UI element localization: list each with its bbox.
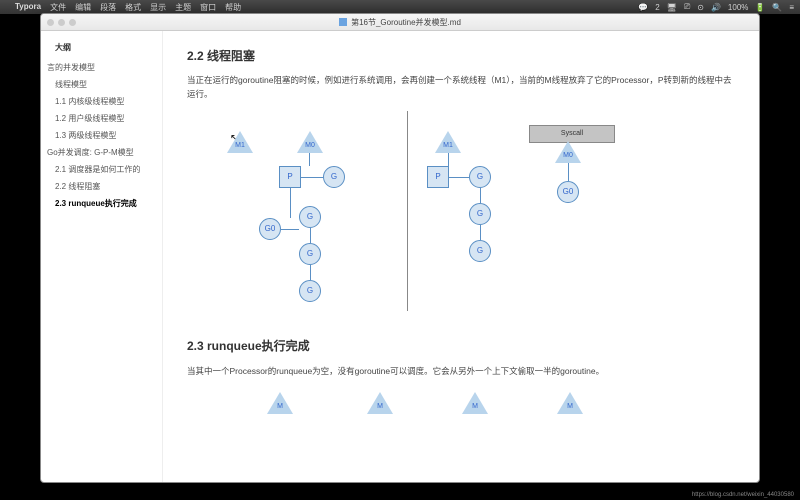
menu-theme[interactable]: 主题 bbox=[175, 2, 191, 13]
square-p: P bbox=[427, 166, 449, 188]
menu-paragraph[interactable]: 段落 bbox=[100, 2, 116, 13]
circle-g: G bbox=[469, 203, 491, 225]
display-icon[interactable]: 🖥 bbox=[667, 3, 677, 12]
traffic-lights[interactable] bbox=[47, 19, 76, 26]
outline-item-active[interactable]: 2.3 runqueue执行完成 bbox=[41, 195, 162, 212]
document-window: 第16节_Goroutine并发模型.md 大纲 言的并发模型 线程模型 1.1… bbox=[40, 13, 760, 483]
battery-icon[interactable]: 🔋 bbox=[755, 3, 765, 12]
titlebar[interactable]: 第16节_Goroutine并发模型.md bbox=[41, 14, 759, 31]
diagram-runqueue bbox=[187, 388, 735, 428]
volume-icon[interactable]: 🔊 bbox=[711, 3, 721, 12]
menu-help[interactable]: 帮助 bbox=[225, 2, 241, 13]
circle-g0: G0 bbox=[259, 218, 281, 240]
paragraph-22: 当正在运行的goroutine阻塞的时候，例如进行系统调用，会再创建一个系统线程… bbox=[187, 74, 735, 101]
minimize-icon[interactable] bbox=[58, 19, 65, 26]
connector bbox=[281, 229, 299, 230]
wifi-icon[interactable]: ⊙ bbox=[697, 3, 704, 12]
outline-item[interactable]: 1.2 用户级线程模型 bbox=[41, 110, 162, 127]
outline-sidebar: 大纲 言的并发模型 线程模型 1.1 内核级线程模型 1.2 用户级线程模型 1… bbox=[41, 31, 163, 482]
circle-g: G bbox=[299, 243, 321, 265]
outline-item[interactable]: 线程模型 bbox=[41, 76, 162, 93]
sidebar-title: 大纲 bbox=[41, 39, 162, 59]
document-icon bbox=[339, 18, 347, 26]
menu-format[interactable]: 格式 bbox=[125, 2, 141, 13]
wechat-icon[interactable]: 💬 bbox=[638, 3, 648, 12]
triangle-m1 bbox=[435, 131, 461, 153]
circle-g: G bbox=[469, 240, 491, 262]
diagram-thread-block: ↖ P G G0 G G G P bbox=[187, 111, 735, 321]
connector bbox=[309, 153, 310, 166]
search-icon[interactable]: 🔍 bbox=[772, 3, 782, 12]
connector bbox=[568, 163, 569, 181]
outline-item[interactable]: 言的并发模型 bbox=[41, 59, 162, 76]
connector bbox=[480, 225, 481, 240]
diagram-divider bbox=[407, 111, 408, 311]
syscall-box: Syscall bbox=[529, 125, 615, 142]
circle-g: G bbox=[323, 166, 345, 188]
triangle-m1 bbox=[227, 131, 253, 153]
heading-23: 2.3 runqueue执行完成 bbox=[187, 337, 735, 356]
connector bbox=[310, 228, 311, 243]
connector bbox=[480, 188, 481, 203]
circle-g: G bbox=[299, 280, 321, 302]
heading-22: 2.2 线程阻塞 bbox=[187, 47, 735, 66]
battery-percent: 100% bbox=[728, 3, 748, 12]
triangle-m bbox=[267, 392, 293, 414]
triangle-m bbox=[557, 392, 583, 414]
zoom-icon[interactable] bbox=[69, 19, 76, 26]
triangle-m bbox=[367, 392, 393, 414]
outline-item[interactable]: Go并发调度: G-P-M模型 bbox=[41, 144, 162, 161]
circle-g: G bbox=[299, 206, 321, 228]
connector bbox=[448, 153, 449, 166]
connector bbox=[449, 177, 469, 178]
connector bbox=[290, 188, 291, 218]
outline-item[interactable]: 2.2 线程阻塞 bbox=[41, 178, 162, 195]
outline-item[interactable]: 2.1 调度器是如何工作的 bbox=[41, 161, 162, 178]
menu-extra-icon[interactable]: ≡ bbox=[789, 3, 794, 12]
paragraph-23: 当其中一个Processor的runqueue为空，没有goroutine可以调… bbox=[187, 365, 735, 379]
menu-window[interactable]: 窗口 bbox=[200, 2, 216, 13]
triangle-m bbox=[462, 392, 488, 414]
circle-g: G bbox=[469, 166, 491, 188]
outline-item[interactable]: 1.3 两级线程模型 bbox=[41, 127, 162, 144]
square-p: P bbox=[279, 166, 301, 188]
triangle-m0 bbox=[555, 141, 581, 163]
close-icon[interactable] bbox=[47, 19, 54, 26]
triangle-m0 bbox=[297, 131, 323, 153]
app-name[interactable]: Typora bbox=[15, 2, 41, 13]
menu-edit[interactable]: 编辑 bbox=[75, 2, 91, 13]
cast-icon[interactable]: ⎚ bbox=[684, 2, 690, 12]
wechat-badge: 2 bbox=[655, 3, 659, 12]
circle-g0: G0 bbox=[557, 181, 579, 203]
menu-view[interactable]: 显示 bbox=[150, 2, 166, 13]
watermark: https://blog.csdn.net/weixin_44030580 bbox=[692, 492, 794, 498]
connector bbox=[301, 177, 323, 178]
menu-file[interactable]: 文件 bbox=[50, 2, 66, 13]
outline-item[interactable]: 1.1 内核级线程模型 bbox=[41, 93, 162, 110]
connector bbox=[310, 265, 311, 280]
editor-content[interactable]: 2.2 线程阻塞 当正在运行的goroutine阻塞的时候，例如进行系统调用，会… bbox=[163, 31, 759, 482]
menubar: Typora 文件 编辑 段落 格式 显示 主题 窗口 帮助 💬 2 🖥 ⎚ ⊙… bbox=[0, 0, 800, 14]
window-title: 第16节_Goroutine并发模型.md bbox=[351, 17, 461, 28]
